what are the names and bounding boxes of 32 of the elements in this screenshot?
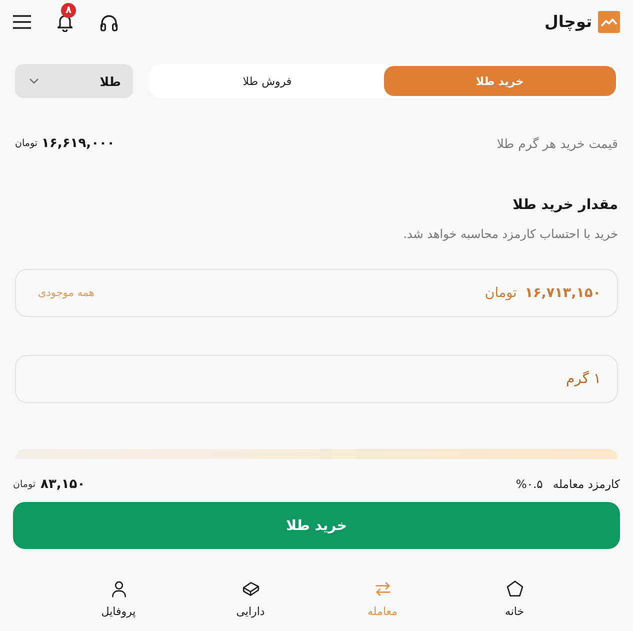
price-value: ۱۶,۶۱۹,۰۰۰ [42, 136, 115, 150]
trade-tab[interactable]: فروش طلا [151, 66, 384, 96]
toman-amount-field[interactable]: ۱۶,۷۱۳,۱۵۰ تومان همه موجودی [15, 269, 618, 317]
mountain-logo-icon [598, 11, 620, 33]
headphones-icon[interactable] [99, 12, 119, 32]
currency-label: تومان [15, 138, 38, 148]
box-icon [242, 580, 260, 598]
chevron-down-icon [29, 78, 39, 84]
section-title: مقدار خرید طلا [512, 196, 618, 214]
nav-item[interactable]: خانه [448, 580, 580, 619]
notification-badge: ۸ [61, 3, 76, 18]
fee-percent: %۰.۵ [516, 477, 543, 491]
price-label: قیمت خرید هر گرم طلا [496, 136, 618, 150]
swap-arrows-icon [374, 580, 392, 598]
gram-amount-field[interactable]: ۱ گرم [15, 355, 618, 403]
nav-item[interactable]: معامله [316, 580, 448, 619]
menu-icon[interactable] [13, 15, 31, 29]
amount-value: ۱۶,۷۱۳,۱۵۰ [524, 285, 601, 301]
currency-label: تومان [13, 478, 36, 490]
pentagon-icon [506, 580, 524, 598]
nav-item[interactable]: پروفایل [52, 580, 184, 619]
purchase-button[interactable]: خرید طلا [13, 502, 620, 549]
person-icon [110, 580, 128, 598]
fee-label: کارمزد معامله [552, 477, 620, 491]
nav-item[interactable]: دارایی [184, 580, 316, 619]
logo-text: توچال [544, 11, 592, 33]
fee-value: ۸۳,۱۵۰ [40, 476, 86, 492]
asset-dropdown[interactable]: طلا [15, 64, 133, 98]
section-subtitle: خرید با احتساب کارمزد محاسبه خواهد شد. [402, 226, 618, 242]
all-balance-link[interactable]: همه موجودی [38, 287, 94, 299]
currency-label: تومان [484, 285, 517, 301]
trade-tab[interactable]: خرید طلا [384, 66, 616, 96]
